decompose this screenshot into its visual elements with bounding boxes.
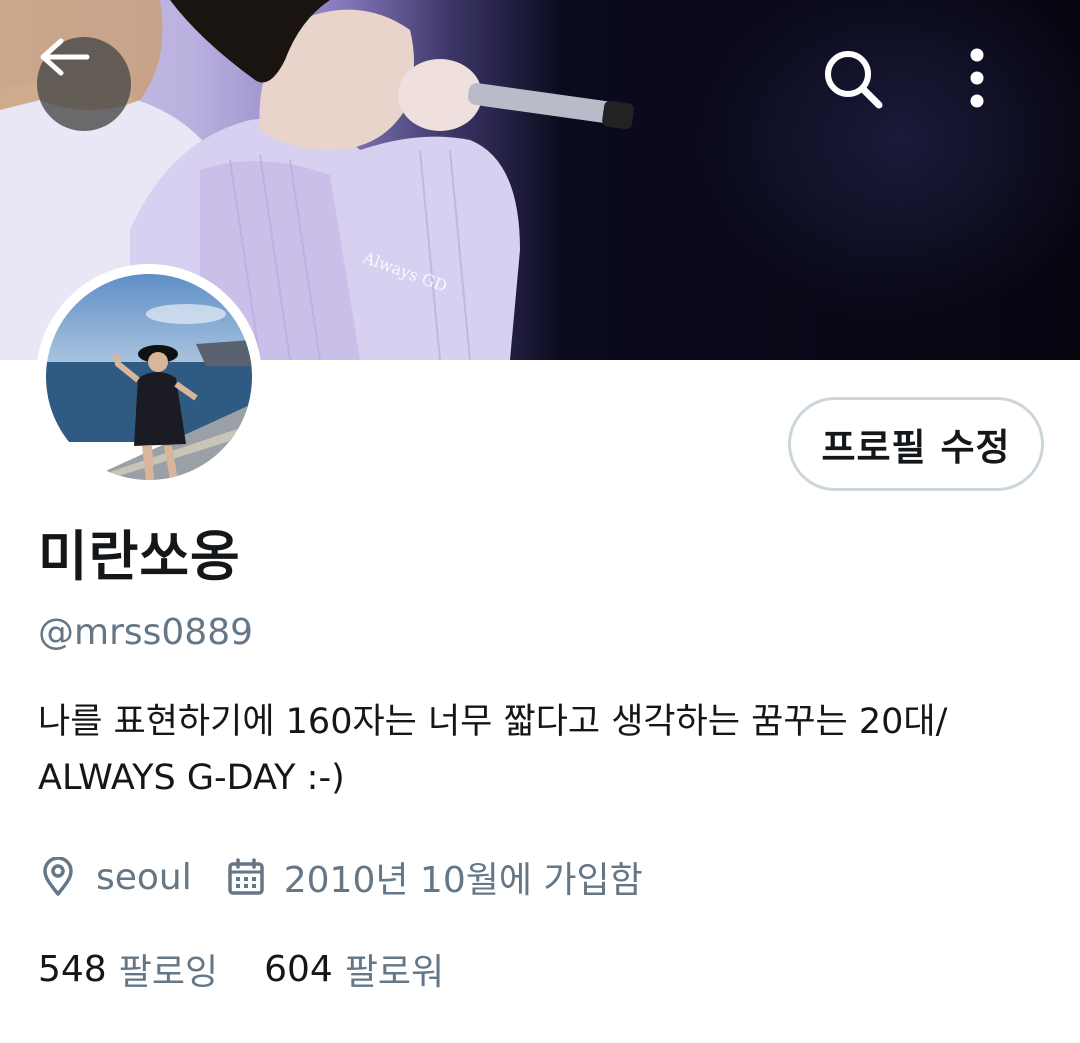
following-count: 548 (38, 948, 107, 990)
followers-label: 팔로워 (344, 952, 445, 993)
more-options-button[interactable] (970, 48, 1030, 128)
bio-line: 나를 표현하기에 160자는 너무 짧다고 생각하는 꿈꾸는 20대/ (38, 702, 948, 742)
location-pin-icon (38, 857, 78, 897)
arrow-left-icon (40, 38, 90, 76)
bio-line: ALWAYS G-DAY :-) (38, 758, 345, 798)
follow-stats: 548 팔로잉 604 팔로워 (38, 942, 444, 996)
calendar-icon (226, 857, 266, 897)
back-button[interactable] (37, 37, 131, 131)
search-icon (825, 51, 883, 109)
display-name: 미란쏘옹 (38, 525, 241, 588)
more-vertical-icon (970, 48, 984, 108)
avatar[interactable] (36, 264, 262, 490)
joined-date-text: 2010년 10월에 가입함 (283, 860, 643, 901)
edit-profile-button[interactable]: 프로필 수정 (788, 397, 1044, 491)
avatar-photo (46, 274, 252, 480)
profile-meta: seoul 2010년 10월에 가입함 (38, 852, 643, 902)
followers-count: 604 (264, 948, 333, 990)
user-handle: @mrss0889 (38, 612, 253, 653)
following-label: 팔로잉 (118, 952, 219, 993)
profile-bio: 나를 표현하기에 160자는 너무 짧다고 생각하는 꿈꾸는 20대/ ALWA… (38, 694, 1048, 806)
followers-link[interactable]: 604 팔로워 (264, 943, 444, 995)
location-text: seoul (96, 856, 192, 898)
following-link[interactable]: 548 팔로잉 (38, 943, 218, 995)
search-button[interactable] (822, 48, 902, 128)
profile-page: Always GD 프로필 수정 미란쏘옹 @mrss0889 나를 표현하기에… (0, 0, 1080, 1043)
